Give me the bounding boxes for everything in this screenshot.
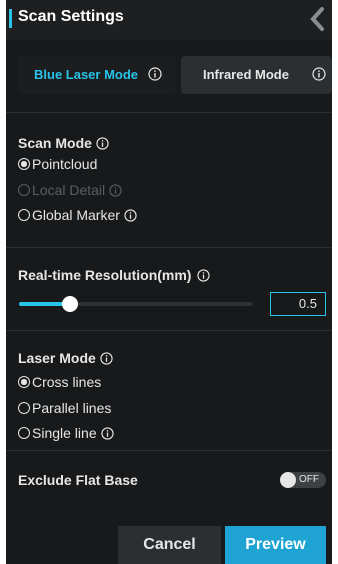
divider — [6, 330, 332, 331]
scan-settings-panel: Scan Settings Blue Laser Mode Infrared M… — [6, 0, 332, 564]
radio-unchecked-icon — [18, 427, 30, 439]
scan-mode-option-pointcloud[interactable]: Pointcloud — [18, 156, 97, 172]
info-icon[interactable] — [148, 67, 162, 81]
option-label: Global Marker — [32, 207, 120, 223]
scan-mode-option-local-detail: Local Detail — [18, 182, 122, 198]
option-label: Single line — [32, 425, 97, 441]
toggle-state-label: OFF — [299, 474, 319, 485]
slider-knob[interactable] — [62, 296, 78, 312]
option-label: Cross lines — [32, 374, 102, 390]
info-icon — [109, 183, 122, 197]
resolution-value-input[interactable]: 0.5 — [270, 292, 326, 316]
divider — [6, 112, 332, 113]
laser-mode-option-parallel-lines[interactable]: Parallel lines — [18, 400, 111, 416]
option-label: Local Detail — [32, 182, 106, 198]
tab-infrared-mode[interactable]: Infrared Mode — [181, 56, 332, 94]
info-icon[interactable] — [100, 426, 114, 440]
divider — [6, 247, 332, 248]
header-accent-bar — [9, 9, 12, 28]
radio-unchecked-icon — [18, 209, 30, 221]
resolution-title-text: Real-time Resolution(mm) — [18, 267, 192, 283]
resolution-slider[interactable] — [19, 296, 252, 312]
tab-blue-laser-mode[interactable]: Blue Laser Mode — [18, 56, 176, 94]
option-label: Pointcloud — [32, 156, 98, 172]
divider — [6, 450, 332, 451]
laser-mode-title-text: Laser Mode — [18, 350, 96, 366]
radio-checked-icon — [18, 376, 30, 388]
laser-mode-option-single-line[interactable]: Single line — [18, 425, 114, 441]
info-icon[interactable] — [197, 268, 211, 282]
tab-label: Infrared Mode — [203, 67, 289, 82]
radio-checked-icon — [18, 158, 30, 170]
toggle-knob — [280, 472, 296, 488]
preview-button[interactable]: Preview — [225, 526, 326, 564]
info-icon[interactable] — [100, 351, 113, 365]
info-icon[interactable] — [124, 208, 137, 222]
scan-mode-option-global-marker[interactable]: Global Marker — [18, 207, 137, 223]
scan-mode-section-title: Scan Mode — [18, 135, 109, 151]
panel-header: Scan Settings — [6, 0, 332, 40]
info-icon[interactable] — [312, 67, 326, 81]
cancel-button[interactable]: Cancel — [118, 526, 221, 564]
laser-mode-section-title: Laser Mode — [18, 350, 113, 366]
exclude-flat-base-label: Exclude Flat Base — [18, 472, 138, 488]
radio-unchecked-icon — [18, 402, 30, 414]
mode-tabs: Blue Laser Mode Infrared Mode — [18, 56, 332, 94]
panel-title: Scan Settings — [18, 8, 124, 25]
option-label: Parallel lines — [32, 400, 112, 416]
radio-unchecked-icon — [18, 184, 30, 196]
exclude-flat-base-toggle[interactable]: OFF — [280, 472, 326, 488]
laser-mode-option-cross-lines[interactable]: Cross lines — [18, 374, 101, 390]
collapse-arrow-icon[interactable] — [308, 6, 326, 32]
resolution-section-title: Real-time Resolution(mm) — [18, 267, 211, 283]
tab-label: Blue Laser Mode — [34, 67, 139, 82]
scan-mode-title-text: Scan Mode — [18, 135, 92, 151]
info-icon[interactable] — [96, 136, 109, 150]
